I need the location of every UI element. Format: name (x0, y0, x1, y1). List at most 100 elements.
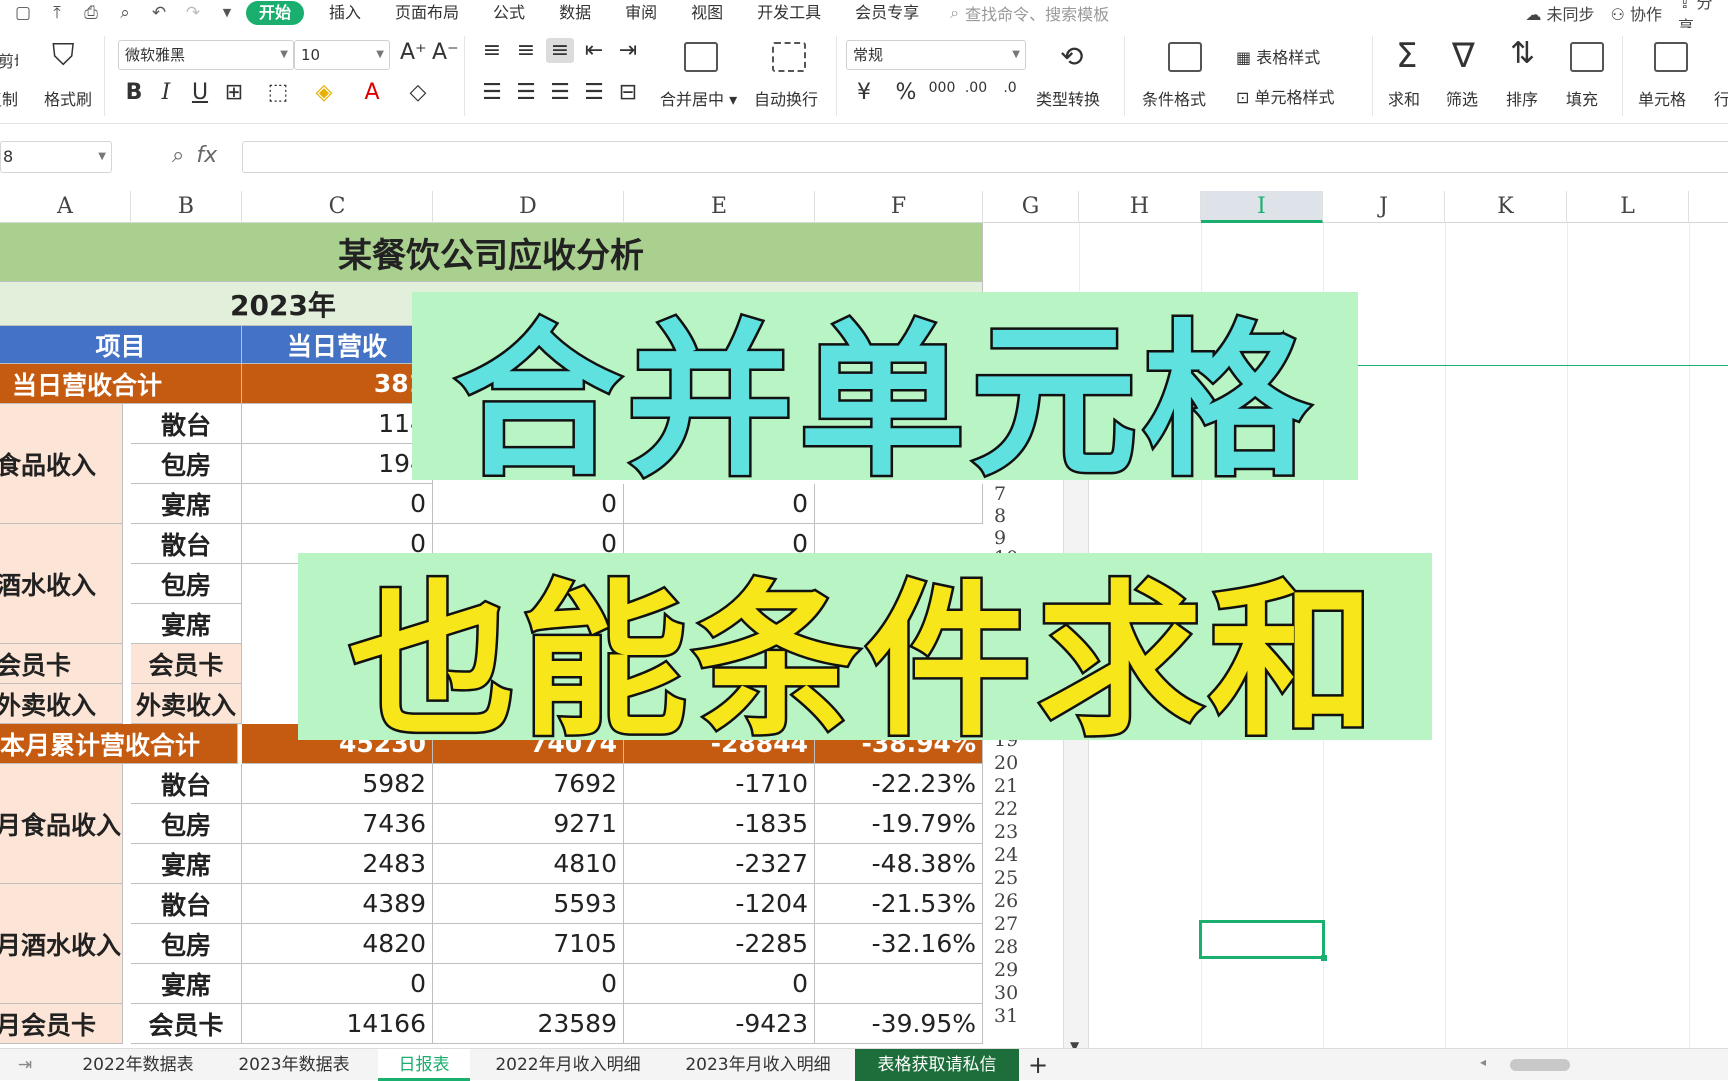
sub-cell[interactable]: 宴席 (131, 844, 242, 884)
name-box[interactable]: 8 ▼ (0, 141, 112, 173)
value-c[interactable]: 7436 (242, 804, 433, 844)
column-header-d[interactable]: D (433, 191, 624, 223)
value-f[interactable]: -19.79% (815, 804, 983, 844)
tab-scroll-last-icon[interactable]: ⇥ (10, 1049, 40, 1081)
tab-home[interactable]: 开始 (246, 1, 305, 25)
sub-cell[interactable]: 宴席 (131, 964, 242, 1004)
increase-font-icon[interactable]: A⁺ (400, 40, 427, 65)
value-e[interactable]: -2285 (624, 924, 815, 964)
tab-developer[interactable]: 开发工具 (740, 1, 838, 25)
sub-cell[interactable]: 外卖收入 (131, 684, 242, 724)
group-food[interactable]: 食品收入 (0, 404, 123, 524)
scroll-left-icon[interactable]: ◂ (1480, 1055, 1486, 1069)
value-c[interactable]: 114 (242, 404, 433, 444)
sheet-tab-active[interactable]: 日报表 (378, 1049, 470, 1081)
print-icon[interactable]: ⎙ (80, 3, 102, 23)
align-center-icon[interactable]: ☰ (512, 80, 540, 105)
sheet-tab[interactable]: 2023年数据表 (220, 1049, 368, 1081)
sub-cell[interactable]: 包房 (131, 804, 242, 844)
quick-access-dropdown-icon[interactable]: ▼ (216, 3, 238, 23)
value-c[interactable]: 0 (242, 964, 433, 1004)
table-style-button[interactable]: ▦ 表格样式 (1236, 44, 1320, 68)
align-right-icon[interactable]: ☰ (546, 80, 574, 105)
type-convert-button[interactable]: 类型转换 (1036, 86, 1100, 110)
value-d[interactable]: 7105 (433, 924, 624, 964)
tab-page-layout[interactable]: 页面布局 (378, 1, 476, 25)
sub-cell[interactable]: 散台 (131, 404, 242, 444)
value-e[interactable]: -1710 (624, 764, 815, 804)
add-sheet-icon[interactable]: + (1024, 1049, 1052, 1081)
increase-decimal-icon[interactable]: .00 (962, 80, 990, 96)
group-member-card[interactable]: 会员卡 (0, 644, 123, 684)
tab-formulas[interactable]: 公式 (476, 1, 542, 25)
column-header-e[interactable]: E (624, 191, 815, 223)
daily-total-label[interactable]: 当日营收合计 (0, 364, 242, 404)
cut-button[interactable]: 剪切 (0, 48, 18, 72)
sub-cell[interactable]: 会员卡 (131, 644, 242, 684)
percent-icon[interactable]: % (892, 80, 920, 105)
value-f[interactable]: -21.53% (815, 884, 983, 924)
tab-review[interactable]: 审阅 (608, 1, 674, 25)
value-f[interactable]: -48.38% (815, 844, 983, 884)
column-header-j[interactable]: J (1323, 191, 1445, 223)
cell-fill-pattern-icon[interactable]: ⬚ (264, 80, 292, 105)
value-f[interactable]: -22.23% (815, 764, 983, 804)
value-d[interactable]: 5593 (433, 884, 624, 924)
sheet-tab[interactable]: 2022年月收入明细 (480, 1049, 656, 1081)
tab-insert[interactable]: 插入 (312, 1, 378, 25)
italic-icon[interactable]: I (152, 80, 180, 105)
print-preview-icon[interactable]: ⌕ (114, 3, 136, 23)
column-header-c[interactable]: C (242, 191, 433, 223)
group-monthly-member[interactable]: 月会员卡 (0, 1004, 123, 1044)
formula-input[interactable] (242, 141, 1728, 173)
format-painter-button[interactable]: 格式刷 (44, 86, 92, 110)
clear-format-icon[interactable]: ◇ (404, 80, 432, 105)
value-e[interactable]: -9423 (624, 1004, 815, 1044)
header-item[interactable]: 项目 (0, 326, 242, 364)
copy-button[interactable]: 复制 (0, 86, 32, 110)
value-e[interactable]: -1835 (624, 804, 815, 844)
group-monthly-food[interactable]: 月食品收入 (0, 764, 123, 884)
column-header-l[interactable]: L (1567, 191, 1689, 223)
scroll-thumb[interactable] (1510, 1059, 1570, 1071)
indent-increase-icon[interactable]: ⇥ (614, 38, 642, 63)
zoom-icon[interactable]: ⌕ (172, 143, 184, 168)
group-takeout[interactable]: 外卖收入 (0, 684, 123, 724)
column-header-h[interactable]: H (1079, 191, 1201, 223)
filter-button[interactable]: 筛选 (1446, 86, 1478, 110)
group-drinks[interactable]: 酒水收入 (0, 524, 123, 644)
indent-decrease-icon[interactable]: ⇤ (580, 38, 608, 63)
value-d[interactable]: 4810 (433, 844, 624, 884)
value-c[interactable]: 4820 (242, 924, 433, 964)
value-d[interactable]: 23589 (433, 1004, 624, 1044)
align-middle-icon[interactable]: ≡ (512, 38, 540, 63)
command-search[interactable]: ⌕ 查找命令、搜索模板 (950, 1, 1109, 25)
column-header-b[interactable]: B (131, 191, 242, 223)
group-monthly-drinks[interactable]: 月酒水收入 (0, 884, 123, 1004)
selected-cell[interactable] (1199, 920, 1327, 961)
font-name-select[interactable]: 微软雅黑 ▼ (118, 40, 294, 70)
cell-style-button[interactable]: ⊡ 单元格样式 (1236, 84, 1335, 108)
value-c[interactable]: 4389 (242, 884, 433, 924)
sub-cell[interactable]: 包房 (131, 564, 242, 604)
sub-cell[interactable]: 散台 (131, 524, 242, 564)
sort-button[interactable]: 排序 (1506, 86, 1538, 110)
justify-icon[interactable]: ☰ (580, 80, 608, 105)
value-c[interactable]: 2483 (242, 844, 433, 884)
fill-button[interactable]: 填充 (1566, 86, 1598, 110)
underline-icon[interactable]: U (186, 80, 214, 105)
align-bottom-icon[interactable]: ≡ (546, 38, 574, 63)
sub-cell[interactable]: 散台 (131, 884, 242, 924)
wrap-text-button[interactable]: 自动换行 (754, 86, 818, 110)
sub-cell[interactable]: 会员卡 (131, 1004, 242, 1044)
value-f[interactable]: -32.16% (815, 924, 983, 964)
sheet-tab[interactable]: 2023年月收入明细 (670, 1049, 846, 1081)
column-header-g[interactable]: G (983, 191, 1079, 223)
value-d[interactable]: 9271 (433, 804, 624, 844)
decrease-font-icon[interactable]: A⁻ (432, 40, 459, 65)
align-top-icon[interactable]: ≡ (478, 38, 506, 63)
column-header-k[interactable]: K (1445, 191, 1567, 223)
fill-color-icon[interactable]: ◈ (310, 80, 338, 105)
horizontal-scrollbar[interactable]: ◂ (1480, 1055, 1728, 1073)
border-icon[interactable]: ⊞ (220, 80, 248, 105)
